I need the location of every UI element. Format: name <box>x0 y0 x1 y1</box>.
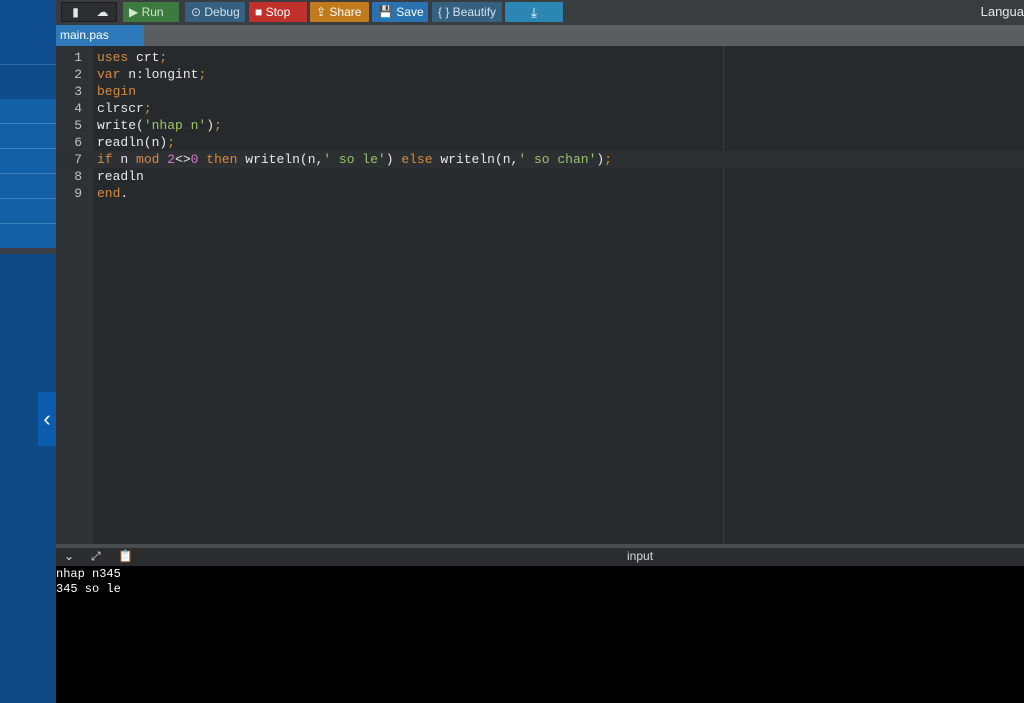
toolbar: ▮ ☁ ▶ Run ⊙ Debug ■ Stop ⇪ Share 💾 Save … <box>56 0 1024 25</box>
left-sidebar: ‹ <box>0 0 56 703</box>
sidebar-list <box>0 99 56 249</box>
code-line[interactable]: 9 end. <box>56 185 1024 202</box>
chevron-down-icon[interactable]: ⌄ <box>64 549 74 563</box>
code-text: begin <box>97 84 137 99</box>
code-line[interactable]: 2 var n:longint; <box>56 66 1024 83</box>
clipboard-icon[interactable]: 📋 <box>118 549 133 563</box>
sidebar-item[interactable] <box>0 99 56 124</box>
beautify-button[interactable]: { } Beautify <box>432 2 502 22</box>
code-line[interactable]: 7 if n mod 2<>0 then writeln(n,' so le') … <box>56 151 1024 168</box>
code-text: write('nhap n'); <box>97 118 222 133</box>
upload-icon[interactable]: ☁ <box>89 3 116 21</box>
sidebar-lower <box>0 254 56 703</box>
code-editor[interactable]: 1 uses crt; 2 var n:longint; 3 begin 4 clrscr; 5… <box>56 46 1024 544</box>
file-tab-bar: main.pas <box>56 25 1024 46</box>
share-button[interactable]: ⇪ Share <box>310 2 369 22</box>
sidebar-item[interactable] <box>0 149 56 174</box>
output-header: ⌄ ⤢ 📋 input <box>56 548 1024 566</box>
console-line: nhap n345 <box>56 567 121 581</box>
save-button[interactable]: 💾 Save <box>372 2 428 22</box>
line-number: 8 <box>74 169 82 184</box>
sidebar-item[interactable] <box>0 199 56 224</box>
line-number: 5 <box>74 118 82 133</box>
chevron-left-icon: ‹ <box>43 406 51 431</box>
code-line[interactable]: 1 uses crt; <box>56 49 1024 66</box>
code-line[interactable]: 8 readln <box>56 168 1024 185</box>
code-text: clrscr; <box>97 101 152 116</box>
run-button[interactable]: ▶ Run <box>123 2 179 22</box>
sidebar-item[interactable] <box>0 124 56 149</box>
download-icon: ⤓ <box>530 4 538 20</box>
line-number: 6 <box>74 135 82 150</box>
expand-icon[interactable]: ⤢ <box>91 549 101 564</box>
new-file-icon[interactable]: ▮ <box>62 3 89 21</box>
line-number: 4 <box>74 101 82 116</box>
line-number: 2 <box>74 67 82 82</box>
collapse-sidebar-button[interactable]: ‹ <box>38 392 56 446</box>
code-text: readln(n); <box>97 135 176 150</box>
line-number: 3 <box>74 84 82 99</box>
line-number: 7 <box>74 152 82 167</box>
sidebar-item[interactable] <box>0 224 56 249</box>
code-line[interactable]: 3 begin <box>56 83 1024 100</box>
code-text: if n mod 2<>0 then writeln(n,' so le') e… <box>97 152 612 167</box>
file-icon-group: ▮ ☁ <box>61 2 117 22</box>
code-line[interactable]: 5 write('nhap n'); <box>56 117 1024 134</box>
line-number: 9 <box>74 186 82 201</box>
code-text: readln <box>97 169 144 184</box>
code-text: var n:longint; <box>97 67 207 82</box>
sidebar-header <box>0 0 56 65</box>
code-line[interactable]: 6 readln(n); <box>56 134 1024 151</box>
tab-main-pas[interactable]: main.pas <box>56 25 144 46</box>
language-selector[interactable]: Langua <box>981 4 1024 19</box>
stop-button[interactable]: ■ Stop <box>249 2 307 22</box>
debug-button[interactable]: ⊙ Debug <box>185 2 245 22</box>
console-line: 345 so le <box>56 582 121 596</box>
console-output[interactable]: nhap n345 345 so le <box>56 566 1024 703</box>
input-label: input <box>627 549 654 563</box>
code-line[interactable]: 4 clrscr; <box>56 100 1024 117</box>
download-button[interactable]: ⤓ <box>505 2 563 22</box>
sidebar-item[interactable] <box>0 174 56 199</box>
code-text: end. <box>97 186 129 201</box>
line-number: 1 <box>74 50 82 65</box>
code-text: uses crt; <box>97 50 168 65</box>
